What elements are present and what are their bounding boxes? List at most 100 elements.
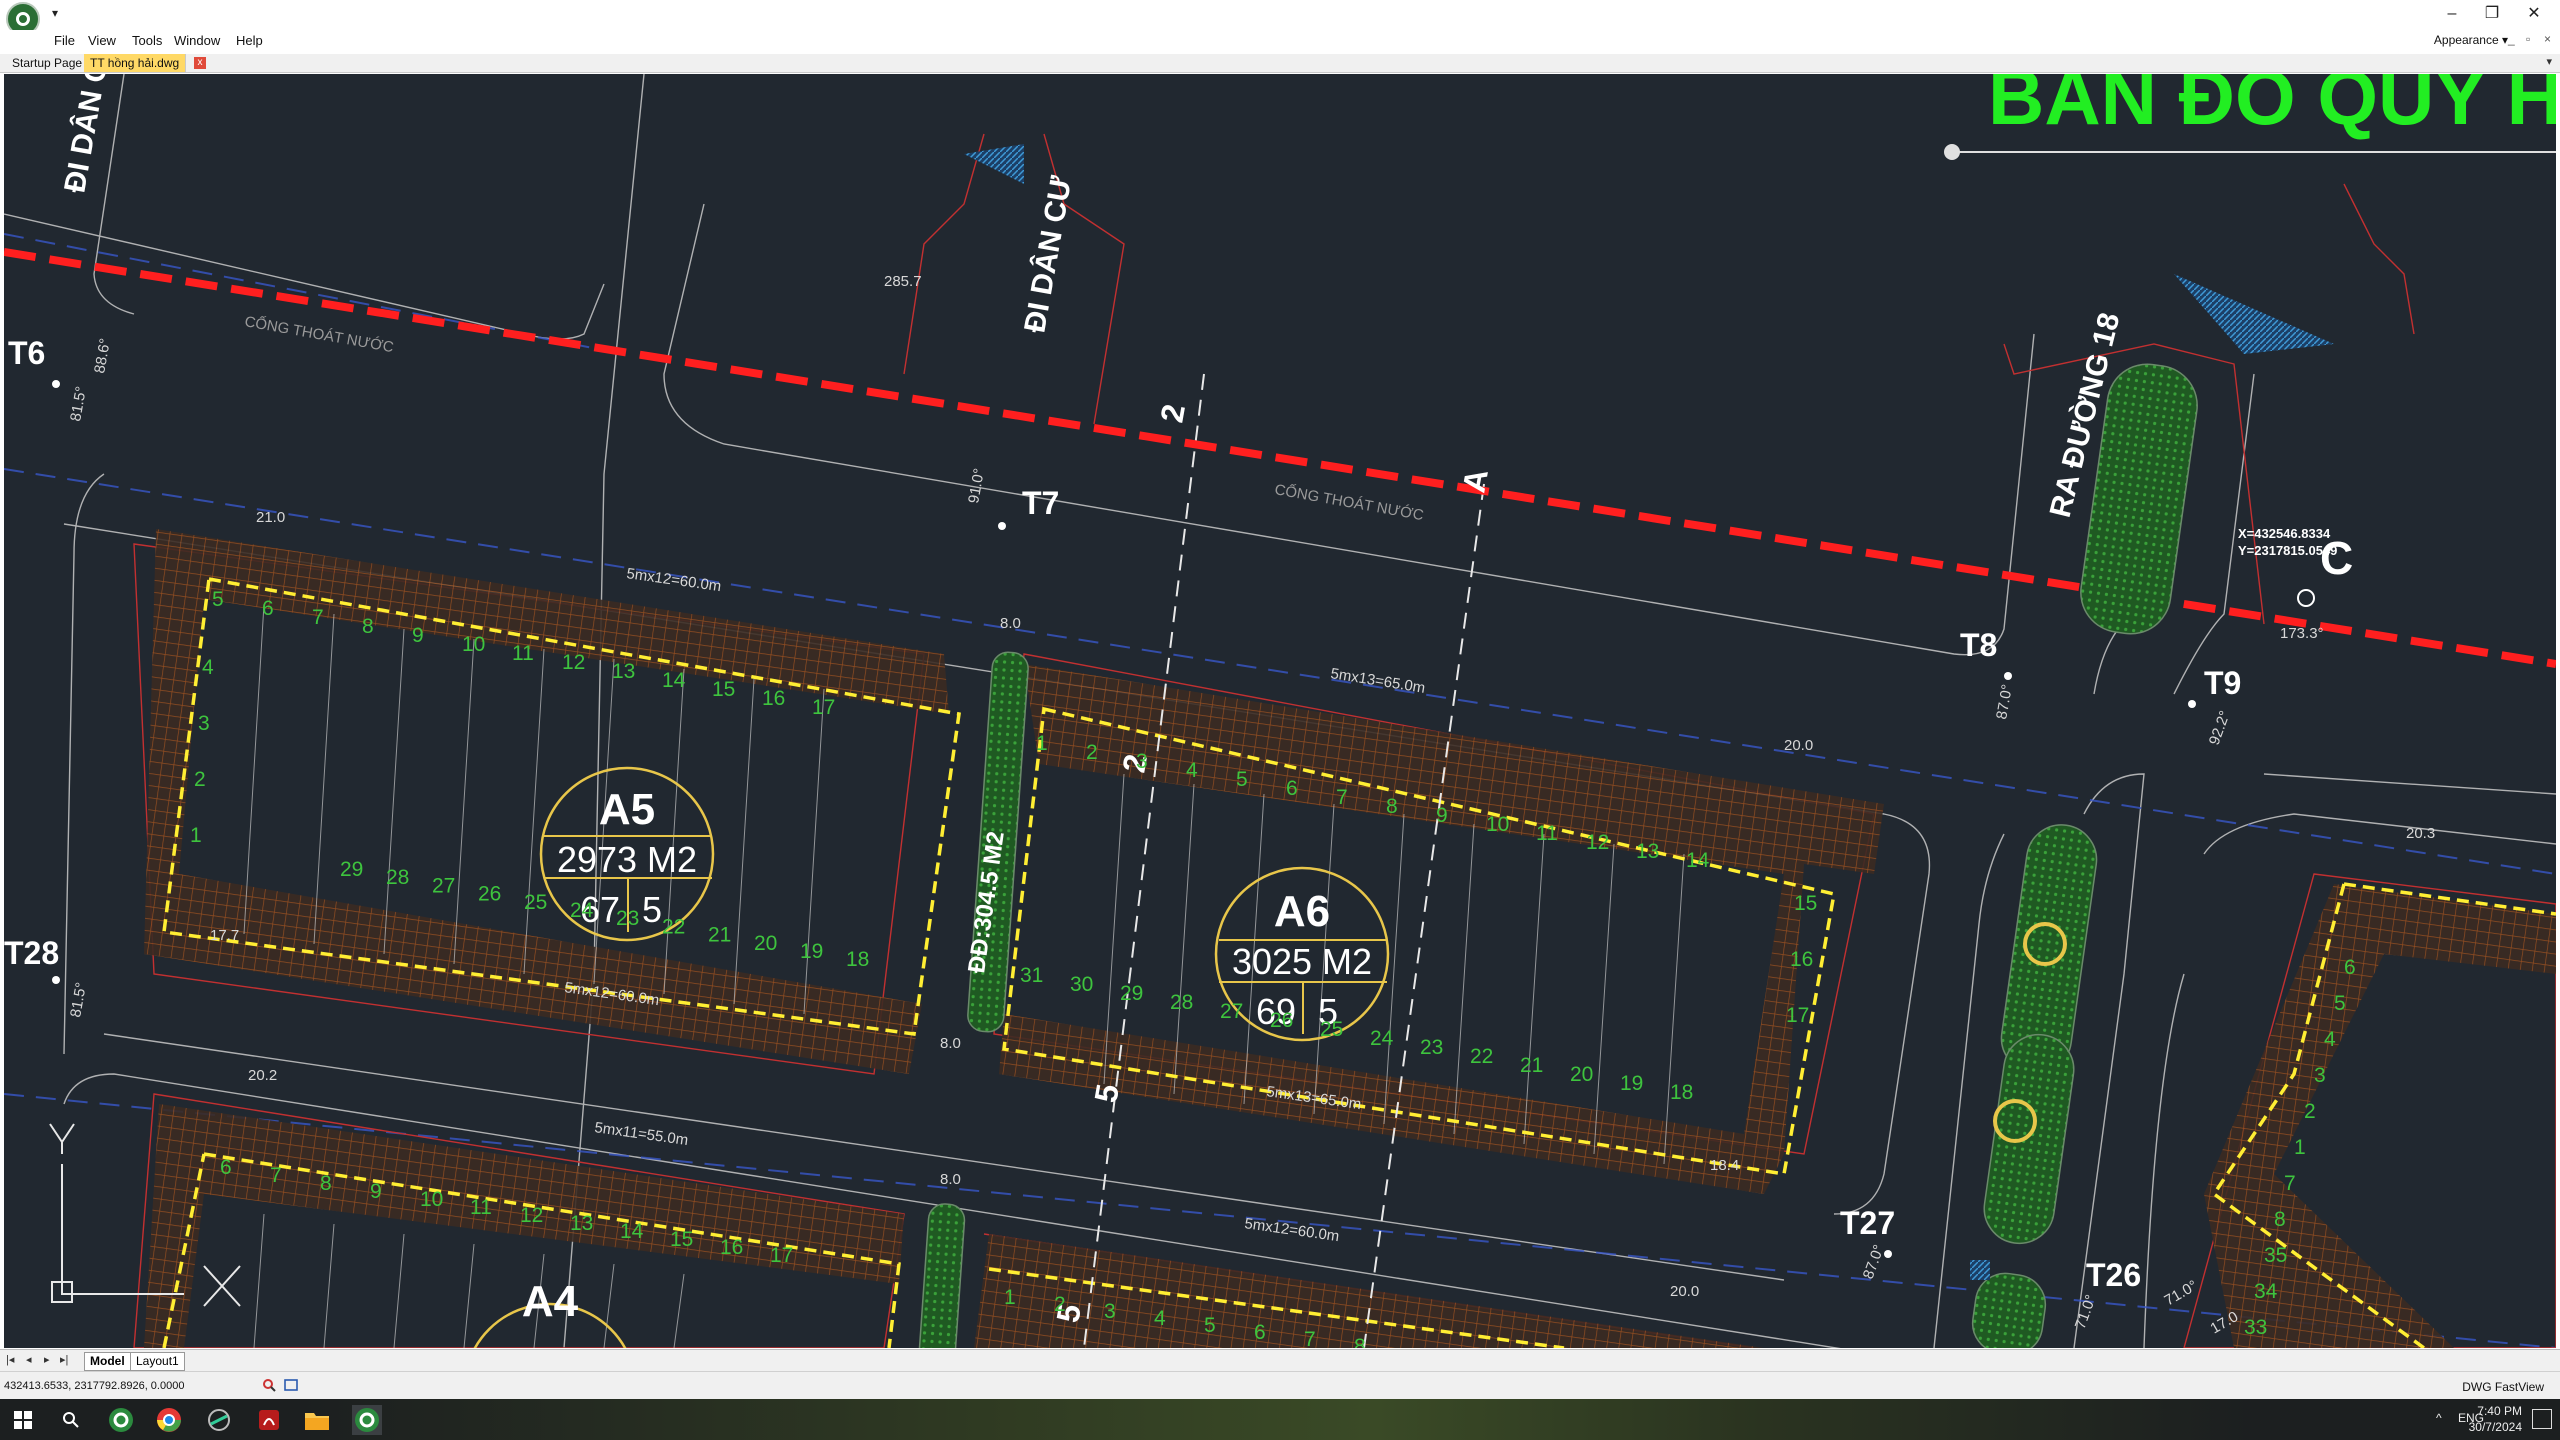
dim-label: 285.7 — [884, 273, 922, 290]
lot-number: 35 — [2264, 1244, 2287, 1267]
section-lines — [1083, 373, 1485, 1348]
search-icon[interactable] — [56, 1405, 86, 1435]
cursor-snap-marker — [2297, 589, 2315, 607]
lot-number: 15 — [1794, 892, 1817, 915]
lot-number: 25 — [1320, 1018, 1343, 1041]
nav-prev-icon[interactable]: ◂ — [26, 1353, 32, 1366]
title-bar: ▾ – ❐ ✕ — [0, 0, 2560, 36]
lot-number: 13 — [1636, 840, 1659, 863]
lot-number: 13 — [612, 660, 635, 683]
point-label-t7: T7 — [1022, 485, 1059, 521]
menu-help[interactable]: Help — [236, 33, 263, 48]
system-clock[interactable]: 7:40 PM 30/7/2024 — [2469, 1403, 2522, 1435]
tab-layout1[interactable]: Layout1 — [130, 1352, 185, 1371]
product-name: DWG FastView — [2462, 1380, 2544, 1394]
dim-label: 21.0 — [256, 509, 285, 526]
menu-file[interactable]: File — [54, 33, 75, 48]
drain-label-1: CỐNG THOÁT NƯỚC — [243, 312, 395, 356]
doc-minimize-button[interactable]: _ — [2508, 32, 2515, 46]
lot-number: 1 — [1004, 1286, 1016, 1309]
lot-number: 13 — [570, 1212, 593, 1235]
tab-list-chevron-icon[interactable]: ▾ — [2546, 55, 2552, 68]
lot-number: 1 — [190, 824, 202, 847]
nav-last-icon[interactable]: ▸| — [60, 1353, 68, 1366]
lot-number: 23 — [616, 907, 639, 930]
lot-number: 7 — [270, 1164, 282, 1187]
dim-label: 5mx13=65.0m — [1329, 665, 1426, 697]
acrobat-icon[interactable] — [254, 1405, 284, 1435]
minimize-button[interactable]: – — [2432, 2, 2472, 26]
lot-number: 10 — [1486, 813, 1509, 836]
lot-number: 8 — [1386, 795, 1398, 818]
point-label-t27: T27 — [1840, 1205, 1895, 1241]
lot-number: 14 — [662, 669, 686, 692]
lot-number: 7 — [1304, 1328, 1316, 1348]
lot-number: 4 — [1186, 759, 1198, 782]
tab-active-drawing[interactable]: TT hồng hải.dwg — [84, 54, 187, 72]
appearance-dropdown[interactable]: Appearance ▾ — [2434, 33, 2508, 47]
tab-startup-page[interactable]: Startup Page — [6, 54, 90, 72]
lot-number: 17 — [770, 1244, 793, 1267]
cursor-coordinates: 432413.6533, 2317792.8926, 0.0000 — [4, 1380, 185, 1392]
restore-button[interactable]: ❐ — [2472, 2, 2512, 26]
dim-label: 81.5° — [67, 385, 90, 423]
lot-number: 34 — [2254, 1280, 2278, 1303]
taskbar-wallpaper — [300, 1399, 2250, 1440]
block-badge-a4[interactable]: A4 — [464, 1277, 636, 1348]
dim-label: 5mx12=60.0m — [625, 565, 722, 595]
lot-number: 18 — [846, 948, 869, 971]
lot-number: 10 — [462, 633, 485, 656]
dim-label: 8.0 — [1000, 615, 1021, 632]
lot-number: 9 — [1436, 804, 1448, 827]
viewport-icon[interactable] — [284, 1378, 298, 1392]
dwg-app-icon[interactable] — [106, 1405, 136, 1435]
lot-number: 1 — [1036, 732, 1048, 755]
lot-number: 27 — [432, 874, 455, 897]
doc-close-button[interactable]: × — [2544, 32, 2551, 46]
lot-number: 15 — [712, 678, 735, 701]
lot-number: 14 — [620, 1220, 644, 1243]
lot-bands — [144, 529, 2556, 1348]
block-area: 2973 M2 — [557, 839, 697, 880]
lot-number: 29 — [1120, 982, 1143, 1005]
menu-view[interactable]: View — [88, 33, 116, 48]
windows-start-icon[interactable] — [8, 1405, 38, 1435]
block-name: A4 — [522, 1277, 579, 1326]
dim-label: 71.0° — [2072, 1292, 2100, 1331]
lot-number: 16 — [720, 1236, 743, 1259]
nav-next-icon[interactable]: ▸ — [44, 1353, 50, 1366]
lot-number: 6 — [220, 1156, 232, 1179]
lot-number: 6 — [2344, 956, 2356, 979]
dim-label: 17.7 — [210, 927, 239, 944]
lot-number: 12 — [1586, 831, 1609, 854]
chrome-icon[interactable] — [154, 1405, 184, 1435]
drawing-canvas[interactable]: BẢN ĐỒ QUY H ĐI DÂN CƯ ĐI DÂN CƯ RA ĐƯỜN… — [4, 74, 2556, 1348]
lot-number: 12 — [520, 1204, 543, 1227]
notification-icon[interactable] — [2532, 1409, 2552, 1429]
network-tool-icon[interactable] — [204, 1405, 234, 1435]
menu-window[interactable]: Window — [174, 33, 220, 48]
zoom-icon[interactable] — [262, 1378, 276, 1392]
close-button[interactable]: ✕ — [2514, 2, 2554, 26]
coord-readout-x: X=432546.8334 — [2238, 526, 2331, 541]
dwg-active-app-icon[interactable] — [352, 1405, 382, 1435]
doc-restore-button[interactable]: ▫ — [2526, 32, 2530, 46]
nav-first-icon[interactable]: |◂ — [6, 1353, 14, 1366]
menu-bar: File View Tools Window Help Appearance ▾… — [0, 30, 2560, 54]
lot-number: 26 — [1270, 1009, 1293, 1032]
menu-tools[interactable]: Tools — [132, 33, 162, 48]
lot-number: 24 — [1370, 1027, 1394, 1050]
tab-close-icon[interactable]: x — [194, 57, 206, 69]
quick-access-dropdown[interactable]: ▾ — [52, 6, 58, 20]
lot-number: 20 — [754, 932, 777, 955]
lot-number: 19 — [800, 940, 823, 963]
tray-overflow-icon[interactable]: ^ — [2436, 1411, 2442, 1425]
tab-model[interactable]: Model — [84, 1352, 131, 1371]
dim-label: 20.0 — [1784, 737, 1813, 754]
lot-number: 22 — [662, 915, 685, 938]
document-tab-bar: Startup Page TT hồng hải.dwg x ▾ — [0, 54, 2560, 73]
clock-date: 30/7/2024 — [2468, 1420, 2522, 1434]
lot-number: 16 — [762, 687, 785, 710]
file-explorer-icon[interactable] — [302, 1405, 332, 1435]
lot-number: 4 — [2324, 1028, 2336, 1051]
